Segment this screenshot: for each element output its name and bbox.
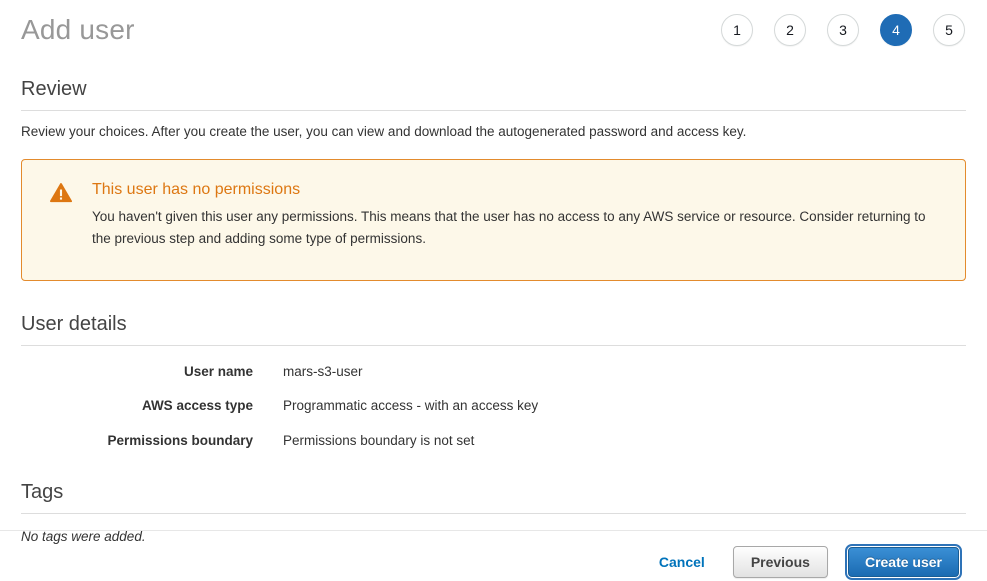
detail-label: AWS access type — [21, 397, 253, 415]
detail-value: Programmatic access - with an access key — [283, 397, 538, 415]
detail-label: Permissions boundary — [21, 432, 253, 450]
review-step-content: Review Review your choices. After you cr… — [0, 78, 987, 544]
detail-row-access-type: AWS access type Programmatic access - wi… — [21, 397, 966, 415]
step-indicator-4-active: 4 — [880, 14, 912, 46]
detail-label: User name — [21, 363, 253, 381]
create-user-focus-ring: Create user — [845, 544, 962, 580]
warning-title: This user has no permissions — [92, 181, 929, 199]
step-indicator-3: 3 — [827, 14, 859, 46]
page-title: Add user — [21, 14, 135, 46]
review-divider — [21, 110, 966, 111]
create-user-button[interactable]: Create user — [848, 547, 959, 577]
warning-content: This user has no permissions You haven't… — [92, 181, 929, 251]
review-heading: Review — [21, 78, 966, 101]
previous-button[interactable]: Previous — [733, 546, 828, 578]
detail-row-user-name: User name mars-s3-user — [21, 363, 966, 381]
user-details-list: User name mars-s3-user AWS access type P… — [21, 363, 966, 450]
step-indicator-5: 5 — [933, 14, 965, 46]
warning-body: You haven't given this user any permissi… — [92, 206, 929, 251]
user-details-divider — [21, 345, 966, 346]
detail-value: mars-s3-user — [283, 363, 363, 381]
tags-divider — [21, 513, 966, 514]
warning-triangle-icon — [50, 181, 92, 209]
wizard-header: Add user 1 2 3 4 5 — [0, 0, 987, 46]
user-details-heading: User details — [21, 313, 966, 336]
step-indicator-2: 2 — [774, 14, 806, 46]
step-indicator: 1 2 3 4 5 — [721, 14, 965, 46]
step-indicator-1: 1 — [721, 14, 753, 46]
detail-row-permissions-boundary: Permissions boundary Permissions boundar… — [21, 432, 966, 450]
tags-heading: Tags — [21, 481, 966, 504]
detail-value: Permissions boundary is not set — [283, 432, 474, 450]
review-description: Review your choices. After you create th… — [21, 122, 966, 142]
no-permissions-warning: This user has no permissions You haven't… — [21, 159, 966, 281]
wizard-footer: Cancel Previous Create user — [0, 530, 987, 580]
cancel-button[interactable]: Cancel — [659, 554, 705, 570]
